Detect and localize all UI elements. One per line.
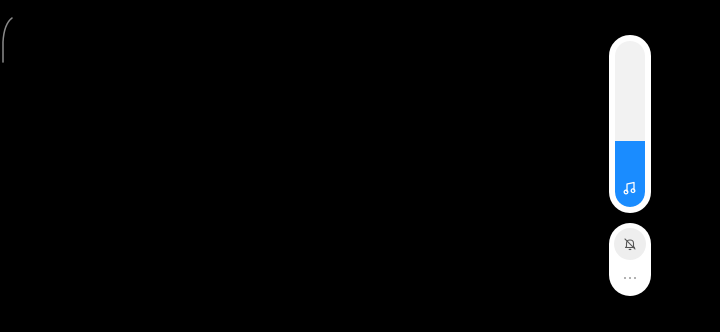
ringer-panel xyxy=(609,223,651,296)
ringer-mode-button[interactable] xyxy=(614,228,646,260)
more-options-button[interactable] xyxy=(618,269,642,287)
volume-slider[interactable] xyxy=(609,35,651,213)
music-note-icon xyxy=(623,181,636,195)
volume-track xyxy=(615,41,645,207)
more-horizontal-icon xyxy=(624,277,636,279)
bell-off-icon xyxy=(624,238,636,251)
screen xyxy=(0,0,720,332)
edge-bracket xyxy=(2,17,13,63)
volume-fill xyxy=(615,140,645,207)
